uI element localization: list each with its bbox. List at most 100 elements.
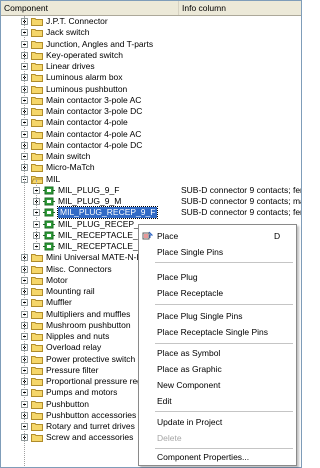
info-column-cell: SUB-D connector 9 contacts; ma — [181, 196, 302, 206]
menu-item-place[interactable]: Place D — [139, 229, 296, 243]
tree-node-category[interactable]: Luminous pushbutton — [1, 84, 301, 95]
tree-node-label: Screw and accessories — [46, 432, 134, 442]
folder-icon — [31, 265, 43, 274]
tree-node-label: Mushroom pushbutton — [46, 320, 131, 330]
tree-node-label: Mounting rail — [46, 286, 95, 296]
menu-item-place-receptacle-single-pins[interactable]: Place Receptacle Single Pins — [139, 325, 296, 339]
folder-icon — [31, 85, 43, 94]
menu-item-label: Place Single Pins — [157, 247, 224, 257]
plug-icon — [43, 220, 55, 229]
folder-icon — [31, 73, 43, 82]
tree-node-category[interactable]: Main contactor 3-pole AC — [1, 95, 301, 106]
tree-node-category[interactable]: Main contactor 3-pole DC — [1, 106, 301, 117]
tree-node-label: MIL_PLUG_RECEP_9_F — [56, 206, 159, 219]
menu-separator — [155, 411, 293, 412]
column-header-component[interactable]: Component — [1, 1, 179, 15]
folder-icon — [31, 422, 43, 431]
tree-node-label: Mini Universal MATE-N-L — [46, 252, 142, 262]
folder-icon — [31, 400, 43, 409]
tree-node-label: Pushbutton — [46, 399, 90, 409]
info-column-cell: SUB-D connector 9 contacts; fem — [181, 207, 302, 217]
menu-item-label: Delete — [157, 433, 182, 443]
menu-separator — [155, 343, 293, 344]
tree-node-label: Main contactor 3-pole AC — [46, 95, 142, 105]
folder-icon — [31, 253, 43, 262]
tree-node-label: MIL — [46, 174, 61, 184]
menu-item-place-shortcut: D — [274, 231, 281, 241]
tree-node-label: MIL_RECEPTACLE_ — [58, 230, 138, 240]
place-icon — [142, 231, 153, 240]
tree-node-category[interactable]: Key-operated switch — [1, 50, 301, 61]
tree-node-component[interactable]: MIL_PLUG_RECEP_9_F SUB-D connector 9 cont… — [1, 206, 302, 219]
tree-node-category[interactable]: Main contactor 4-pole DC — [1, 140, 301, 151]
column-header-info[interactable]: Info column — [179, 1, 301, 15]
tree-node-category[interactable]: Luminous alarm box — [1, 72, 301, 83]
menu-item-place-single-pins[interactable]: Place Single Pins — [139, 245, 296, 259]
tree-node-component[interactable]: MIL_PLUG_9_M SUB-D connector 9 contacts; … — [1, 196, 301, 207]
menu-item-place-as-symbol[interactable]: Place as Symbol — [139, 346, 296, 360]
menu-item-update-in-project[interactable]: Update in Project — [139, 415, 296, 429]
folder-icon — [31, 366, 43, 375]
tree-node-label: MIL_PLUG_RECEP_ — [58, 219, 139, 229]
folder-icon — [31, 355, 43, 364]
menu-item-place-as-graphic[interactable]: Place as Graphic — [139, 362, 296, 376]
tree-node-label: Junction, Angles and T-parts — [46, 39, 154, 49]
plug-icon — [43, 231, 55, 240]
menu-item-place-receptacle[interactable]: Place Receptacle — [139, 286, 296, 300]
menu-separator — [155, 448, 293, 449]
folder-icon — [31, 287, 43, 296]
folder-icon — [31, 343, 43, 352]
menu-item-place-label: Place — [157, 231, 179, 241]
tree-node-category[interactable]: Main contactor 4-pole AC — [1, 129, 301, 140]
folder-icon — [31, 298, 43, 307]
column-header-bar: Component Info column — [1, 1, 301, 16]
folder-icon — [31, 388, 43, 397]
tree-node-category[interactable]: Jack switch — [1, 27, 301, 38]
tree-node-category[interactable]: J.P.T. Connector — [1, 16, 301, 27]
tree-node-label: Main contactor 4-pole AC — [46, 129, 142, 139]
tree-node-category[interactable]: Main contactor 4-pole — [1, 117, 301, 128]
folder-icon — [31, 96, 43, 105]
tree-guide-line — [24, 16, 25, 467]
tree-node-label: MIL_RECEPTACLE_ — [58, 241, 138, 251]
folder-icon — [31, 321, 43, 330]
tree-node-label: MIL_PLUG_9_F — [58, 185, 120, 195]
plug-icon — [43, 197, 55, 206]
menu-item-edit[interactable]: Edit — [139, 394, 296, 408]
folder-icon — [31, 28, 43, 37]
tree-node-label: Micro-MaTch — [46, 162, 95, 172]
menu-item-label: Place Receptacle Single Pins — [157, 327, 269, 337]
tree-node-category[interactable]: MIL — [1, 174, 301, 185]
menu-item-new-component[interactable]: New Component — [139, 378, 296, 392]
folder-icon — [31, 17, 43, 26]
tree-node-label: MIL_PLUG_9_M — [58, 196, 122, 206]
tree-node-category[interactable]: Junction, Angles and T-parts — [1, 39, 301, 50]
folder-icon — [31, 51, 43, 60]
tree-node-label: Nipples and nuts — [46, 331, 110, 341]
menu-item-label: Update in Project — [157, 417, 223, 427]
folder-icon — [31, 411, 43, 420]
plug-icon — [43, 186, 55, 195]
tree-node-label: Multipliers and muffles — [46, 309, 131, 319]
folder-icon — [31, 130, 43, 139]
menu-item-component-properties[interactable]: Component Properties... — [139, 450, 296, 464]
menu-item-delete[interactable]: Delete — [139, 431, 296, 445]
tree-guide-line — [36, 180, 37, 248]
folder-icon — [31, 141, 43, 150]
tree-node-label: Pumps and motors — [46, 387, 118, 397]
menu-separator — [155, 304, 293, 305]
menu-item-place-plug-single-pins[interactable]: Place Plug Single Pins — [139, 309, 296, 323]
tree-node-category[interactable]: Main switch — [1, 151, 301, 162]
tree-node-category[interactable]: Linear drives — [1, 61, 301, 72]
tree-node-label: Misc. Connectors — [46, 264, 112, 274]
tree-node-label: Luminous pushbutton — [46, 84, 128, 94]
menu-item-label: Place Plug Single Pins — [157, 311, 243, 321]
tree-node-component[interactable]: MIL_PLUG_9_F SUB-D connector 9 contacts; … — [1, 185, 301, 196]
tree-node-label: Jack switch — [46, 27, 90, 37]
menu-item-place-plug[interactable]: Place Plug — [139, 270, 296, 284]
folder-icon — [31, 40, 43, 49]
tree-node-label: Main switch — [46, 151, 91, 161]
folder-icon — [31, 107, 43, 116]
tree-node-label: Motor — [46, 275, 68, 285]
tree-node-category[interactable]: Micro-MaTch — [1, 162, 301, 173]
